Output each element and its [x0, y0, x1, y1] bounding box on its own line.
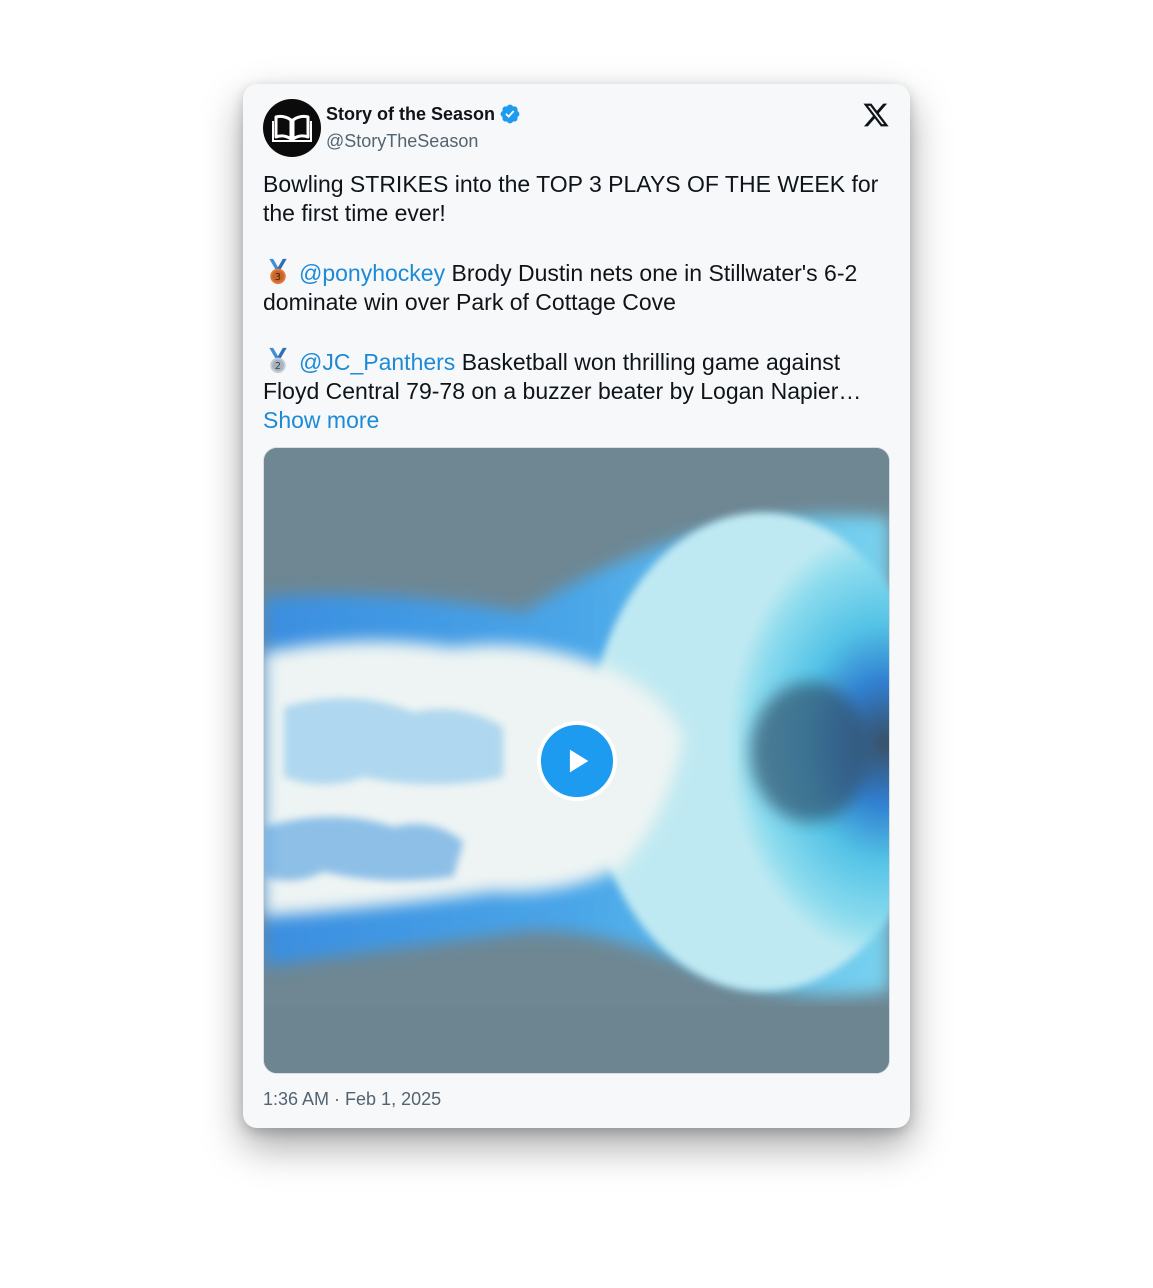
avatar[interactable] — [263, 99, 321, 157]
play-icon — [569, 749, 589, 773]
tweet-intro: Bowling STRIKES into the TOP 3 PLAYS OF … — [263, 171, 879, 226]
second-place-medal-icon: 2 — [269, 347, 287, 374]
mention-ponyhockey[interactable]: @ponyhockey — [299, 260, 445, 286]
mention-jc-panthers[interactable]: @JC_Panthers — [299, 349, 455, 375]
handle[interactable]: @StoryTheSeason — [326, 131, 478, 152]
svg-text:2: 2 — [275, 361, 281, 372]
video-player[interactable] — [263, 447, 890, 1074]
tweet-entry-second: 2 @JC_Panthers Basketball won thrilling … — [263, 346, 893, 435]
show-more-link[interactable]: Show more — [263, 407, 379, 433]
open-book-icon — [272, 114, 312, 142]
author-name-row[interactable]: Story of the Season — [326, 103, 521, 125]
third-place-medal-icon: 3 — [269, 258, 287, 285]
play-button[interactable] — [537, 721, 617, 801]
svg-text:3: 3 — [275, 272, 281, 283]
tweet-card[interactable]: Story of the Season @StoryTheSeason Bowl… — [243, 84, 910, 1128]
display-name[interactable]: Story of the Season — [326, 104, 495, 125]
x-logo-icon[interactable] — [862, 101, 890, 129]
verified-badge-icon — [500, 104, 520, 124]
timestamp[interactable]: 1:36 AM · Feb 1, 2025 — [263, 1089, 441, 1110]
tweet-entry-third: 3 @ponyhockey Brody Dustin nets one in S… — [263, 257, 893, 317]
tweet-text: Bowling STRIKES into the TOP 3 PLAYS OF … — [263, 170, 893, 464]
